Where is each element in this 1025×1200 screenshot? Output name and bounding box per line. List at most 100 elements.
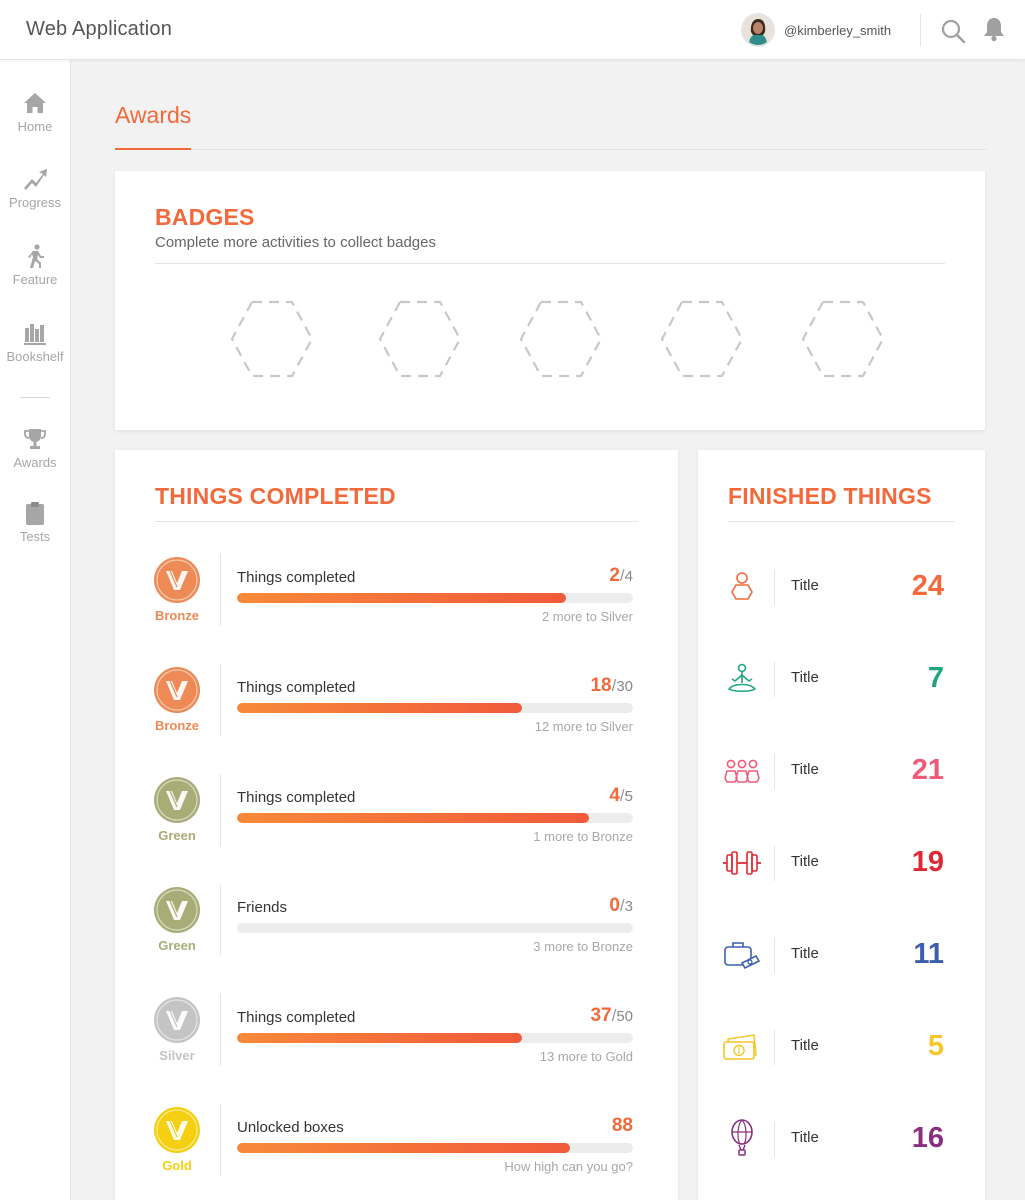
finished-thing-title: Title — [791, 1129, 819, 1146]
progress-hint: 3 more to Bronze — [533, 939, 633, 954]
finished-thing-row: Title 19 — [698, 833, 985, 893]
things-completed-rule — [155, 521, 638, 522]
finished-thing-row: Title 21 — [698, 741, 985, 801]
progress-current: 2 — [609, 565, 620, 586]
progress-total: 30 — [616, 678, 633, 695]
progress-hint: 2 more to Silver — [541, 609, 633, 624]
finished-thing-value: 7 — [927, 662, 944, 694]
progress-title: Things completed — [237, 569, 356, 586]
finished-thing-value: 11 — [913, 938, 944, 970]
progress-hint: How high can you go? — [504, 1159, 633, 1174]
progress-row: Gold Unlocked boxes 88 How high can you go? — [115, 1104, 678, 1184]
finished-thing-row: Title 11 — [698, 925, 985, 985]
sidebar-item-label: Awards — [13, 455, 57, 470]
finished-things-heading: FINISHED THINGS — [728, 483, 932, 509]
medal-icon — [154, 777, 200, 823]
progress-bar-fill — [237, 1033, 523, 1043]
finished-thing-row: Title 5 — [698, 1017, 985, 1077]
badges-card: BADGES Complete more activities to colle… — [115, 171, 985, 430]
clipboard-icon — [26, 502, 44, 525]
progress-total: 50 — [616, 1008, 633, 1025]
progress-bar — [237, 1143, 633, 1153]
things-completed-card: THINGS COMPLETED Bronze Things completed 2… — [115, 450, 678, 1200]
sidebar-item-bookshelf[interactable]: Bookshelf — [0, 320, 70, 380]
trophy-icon — [24, 429, 46, 449]
progress-bar — [237, 923, 633, 933]
finished-thing-value: 19 — [911, 846, 944, 878]
top-bar: Web Application @kimberley_smith — [0, 0, 1025, 60]
trend-up-icon — [24, 169, 47, 190]
medal-label: Silver — [159, 1048, 195, 1063]
medal-icon — [154, 1107, 200, 1153]
finished-thing-row: Title 24 — [698, 557, 985, 617]
page-title-rule — [115, 149, 986, 150]
bookshelf-icon — [24, 324, 46, 345]
progress-count: 4/5 — [609, 785, 633, 807]
finished-thing-row: Title 7 — [698, 649, 985, 709]
empty-badge-slot — [659, 299, 745, 379]
search-icon[interactable] — [940, 18, 966, 44]
finished-thing-title: Title — [791, 853, 819, 870]
page-title-active-underline — [115, 148, 191, 150]
finished-thing-title: Title — [791, 577, 819, 594]
group-icon — [724, 759, 760, 783]
finished-thing-title: Title — [791, 1037, 819, 1054]
progress-title: Things completed — [237, 789, 356, 806]
balloon-icon — [731, 1119, 753, 1156]
bell-icon[interactable] — [982, 16, 1006, 42]
row-divider — [774, 753, 775, 789]
progress-count: 2/4 — [609, 565, 633, 587]
medal-icon — [154, 557, 200, 603]
finished-thing-title: Title — [791, 945, 819, 962]
money-icon — [723, 1034, 757, 1060]
row-divider — [774, 1121, 775, 1157]
progress-hint: 12 more to Silver — [534, 719, 633, 734]
page-title: Awards — [115, 102, 192, 128]
row-divider — [220, 1104, 221, 1176]
medal-icon — [154, 997, 200, 1043]
badges-heading: BADGES — [155, 204, 255, 230]
row-divider — [774, 661, 775, 697]
empty-badge-slot — [229, 299, 315, 379]
finished-thing-value: 24 — [911, 570, 944, 602]
progress-title: Friends — [237, 899, 288, 916]
sidebar-item-feature[interactable]: Feature — [0, 243, 70, 303]
progress-current: 4 — [609, 785, 620, 806]
progress-bar — [237, 813, 633, 823]
row-divider — [220, 884, 221, 956]
sidebar-item-home[interactable]: Home — [0, 90, 70, 150]
username[interactable]: @kimberley_smith — [784, 23, 891, 38]
sidebar-item-label: Progress — [8, 195, 62, 210]
progress-current: 0 — [609, 895, 620, 916]
progress-count: 88 — [612, 1115, 633, 1137]
progress-bar-fill — [237, 703, 523, 713]
progress-bar — [237, 1033, 633, 1043]
medal-label: Gold — [162, 1158, 192, 1173]
finished-thing-title: Title — [791, 761, 819, 778]
progress-title: Things completed — [237, 1009, 356, 1026]
things-completed-heading: THINGS COMPLETED — [155, 483, 396, 509]
row-divider — [774, 845, 775, 881]
row-divider — [774, 1029, 775, 1065]
sidebar-item-label: Home — [17, 119, 53, 134]
sidebar-item-tests[interactable]: Tests — [0, 500, 70, 560]
meditation-icon — [728, 663, 756, 693]
top-divider — [920, 14, 921, 46]
progress-bar-fill — [237, 813, 590, 823]
progress-bar — [237, 593, 633, 603]
user-avatar[interactable] — [741, 13, 775, 47]
row-divider — [220, 994, 221, 1066]
progress-row: Silver Things completed 37/50 13 more to Go… — [115, 994, 678, 1074]
sidebar-item-awards[interactable]: Awards — [0, 426, 70, 486]
progress-count: 37/50 — [590, 1005, 633, 1027]
progress-count: 18/30 — [590, 675, 633, 697]
medal-label: Bronze — [154, 718, 200, 733]
medal-icon — [154, 667, 200, 713]
progress-bar-fill — [237, 1143, 570, 1153]
app-title: Web Application — [26, 18, 173, 40]
finished-thing-title: Title — [791, 669, 819, 686]
progress-row: Green Friends 0/3 3 more to Bronze — [115, 884, 678, 964]
sidebar-item-progress[interactable]: Progress — [0, 166, 70, 226]
progress-current: 88 — [611, 1115, 633, 1136]
empty-badge-slot — [518, 299, 604, 379]
